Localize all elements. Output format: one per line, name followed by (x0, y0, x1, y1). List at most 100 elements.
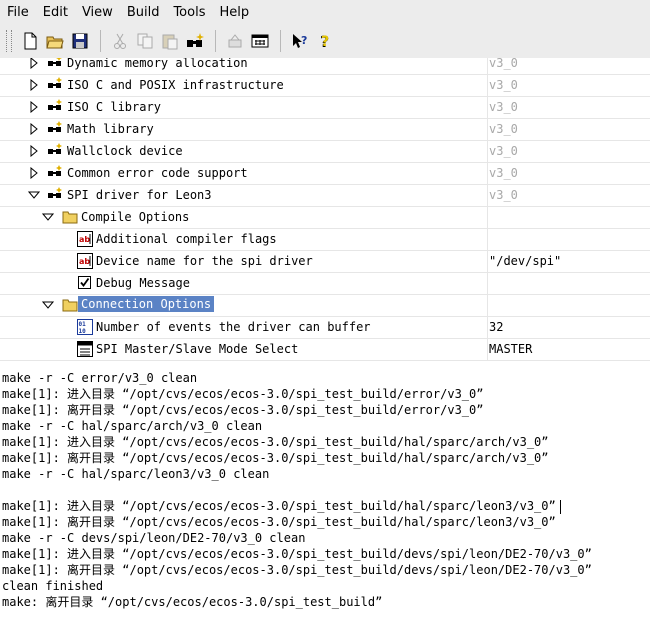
console-line: make -r -C hal/sparc/arch/v3_0 clean (2, 419, 263, 433)
tree-value[interactable]: v3_0 (489, 122, 518, 136)
expand-arrow-icon[interactable] (28, 123, 40, 135)
whats-this-icon[interactable]: ? (288, 29, 312, 53)
expand-arrow-icon[interactable] (28, 79, 40, 91)
console-line: make[1]: 进入目录 “/opt/cvs/ecos/ecos-3.0/sp… (2, 547, 592, 561)
text-cursor (559, 499, 561, 514)
new-icon[interactable] (18, 29, 42, 53)
tree-label: Number of events the driver can buffer (96, 320, 371, 334)
toolbar-grip[interactable] (6, 30, 12, 52)
tree-label: ISO C and POSIX infrastructure (67, 78, 284, 92)
tree-row[interactable]: Connection Options (0, 294, 650, 317)
tree-label: SPI driver for Leon3 (67, 188, 212, 202)
tree-value[interactable]: MASTER (489, 342, 532, 356)
tree-label: ISO C library (67, 100, 161, 114)
svg-text:10: 10 (79, 328, 87, 335)
toolbar-separator (280, 30, 281, 52)
console-line: make[1]: 进入目录 “/opt/cvs/ecos/ecos-3.0/sp… (2, 387, 484, 401)
string-option-icon: ab (77, 231, 93, 247)
help-icon[interactable]: ?? (313, 29, 337, 53)
menu-view[interactable]: View (75, 5, 120, 20)
expand-arrow-icon[interactable] (28, 145, 40, 157)
folder-icon (62, 299, 78, 312)
console-line-text: make[1]: 进入目录 “/opt/cvs/ecos/ecos-3.0/sp… (2, 499, 556, 513)
tree-row[interactable]: ab Additional compiler flags (0, 228, 650, 251)
tree-label: Dynamic memory allocation (67, 58, 248, 70)
collapse-arrow-icon[interactable] (28, 189, 40, 201)
tree-row[interactable]: Math library v3_0 (0, 118, 650, 141)
tree-row[interactable]: 01 10 Number of events the driver can buf… (0, 316, 650, 339)
tree-row[interactable]: SPI driver for Leon3 v3_0 (0, 184, 650, 207)
tree-label: Device name for the spi driver (96, 254, 313, 268)
cut-icon[interactable] (108, 29, 132, 53)
tree-label: Common error code support (67, 166, 248, 180)
console-line: make -r -C hal/sparc/leon3/v3_0 clean (2, 467, 270, 481)
tree-row[interactable]: Dynamic memory allocation v3_0 (0, 58, 650, 75)
config-tree: Dynamic memory allocation v3_0 ISO C and… (0, 58, 650, 371)
menu-edit[interactable]: Edit (36, 5, 75, 20)
package-icon (48, 58, 62, 66)
svg-text:?: ? (301, 34, 307, 47)
tree-row[interactable]: Common error code support v3_0 (0, 162, 650, 185)
tree-value[interactable]: "/dev/spi" (489, 254, 561, 268)
expand-arrow-icon[interactable] (28, 58, 40, 69)
open-icon[interactable] (43, 29, 67, 53)
output-console[interactable]: make -r -C error/v3_0 clean make[1]: 进入目… (0, 370, 650, 631)
tree-row[interactable]: SPI Master/Slave Mode Select MASTER (0, 338, 650, 361)
svg-text:ab: ab (79, 235, 90, 244)
console-line: make[1]: 离开目录 “/opt/cvs/ecos/ecos-3.0/sp… (2, 515, 556, 529)
svg-text:ab: ab (79, 257, 90, 266)
menu-file[interactable]: File (0, 5, 36, 20)
enum-option-icon (77, 341, 93, 357)
console-line: make[1]: 离开目录 “/opt/cvs/ecos/ecos-3.0/sp… (2, 403, 484, 417)
menu-tools[interactable]: Tools (166, 5, 212, 20)
tree-row[interactable]: Debug Message (0, 272, 650, 295)
tree-value[interactable]: v3_0 (489, 78, 518, 92)
menu-bar: File Edit View Build Tools Help (0, 0, 650, 24)
svg-text:01: 01 (79, 321, 87, 328)
console-line: clean finished (2, 579, 104, 593)
tree-row[interactable]: ab Device name for the spi driver "/dev/… (0, 250, 650, 273)
tree-value[interactable]: v3_0 (489, 188, 518, 202)
package-icon (48, 121, 62, 132)
tree-row[interactable]: Wallclock device v3_0 (0, 140, 650, 163)
toolbar-separator (100, 30, 101, 52)
paste-icon[interactable] (158, 29, 182, 53)
toolbar-separator (215, 30, 216, 52)
tree-label-selected: Connection Options (78, 296, 215, 312)
menu-help[interactable]: Help (212, 5, 256, 20)
package-icon (48, 165, 62, 176)
delete-icon[interactable] (223, 29, 247, 53)
collapse-arrow-icon[interactable] (42, 211, 54, 223)
tree-label: Math library (67, 122, 154, 136)
expand-arrow-icon[interactable] (28, 167, 40, 179)
find-icon[interactable] (183, 29, 207, 53)
console-line: make: 离开目录 “/opt/cvs/ecos/ecos-3.0/spi_t… (2, 595, 383, 609)
tree-row[interactable]: ISO C library v3_0 (0, 96, 650, 119)
console-line: make -r -C devs/spi/leon/DE2-70/v3_0 cle… (2, 531, 306, 545)
package-icon (48, 77, 62, 88)
tree-value[interactable]: v3_0 (489, 144, 518, 158)
tree-label: Compile Options (81, 210, 190, 224)
console-line: make -r -C error/v3_0 clean (2, 371, 198, 385)
console-line: make[1]: 离开目录 “/opt/cvs/ecos/ecos-3.0/sp… (2, 563, 592, 577)
tree-value[interactable]: v3_0 (489, 58, 518, 70)
tree-label: SPI Master/Slave Mode Select (96, 342, 299, 356)
expand-arrow-icon[interactable] (28, 101, 40, 113)
toolbar: ? ?? (0, 24, 650, 59)
tree-row[interactable]: ISO C and POSIX infrastructure v3_0 (0, 74, 650, 97)
tree-row[interactable]: Compile Options (0, 206, 650, 229)
checkbox-checked[interactable] (77, 275, 93, 291)
tree-value[interactable]: v3_0 (489, 166, 518, 180)
package-icon (48, 187, 62, 198)
menu-build[interactable]: Build (120, 5, 167, 20)
properties-icon[interactable] (248, 29, 272, 53)
tree-label: Debug Message (96, 276, 190, 290)
copy-icon[interactable] (133, 29, 157, 53)
save-icon[interactable] (68, 29, 92, 53)
tree-value[interactable]: 32 (489, 320, 503, 334)
tree-value[interactable]: v3_0 (489, 100, 518, 114)
svg-text:?: ? (321, 34, 329, 50)
collapse-arrow-icon[interactable] (42, 299, 54, 311)
tree-label: Additional compiler flags (96, 232, 277, 246)
